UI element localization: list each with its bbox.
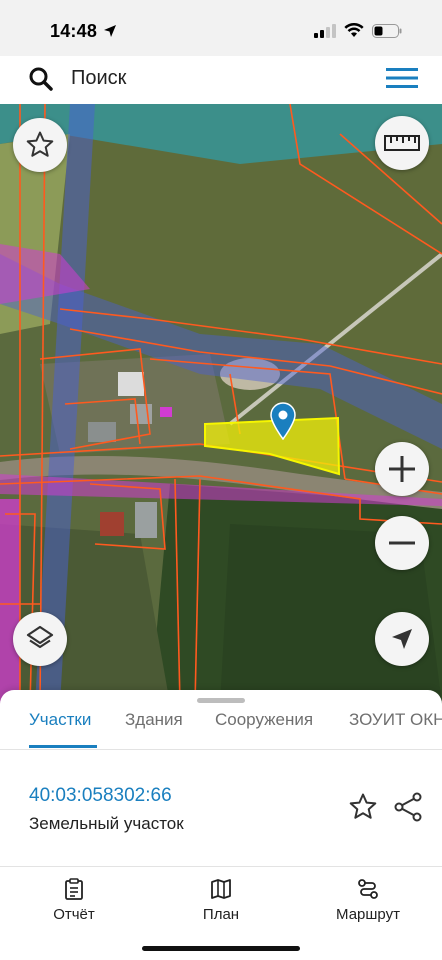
- add-favorite-star-icon[interactable]: [348, 792, 378, 822]
- battery-icon: [372, 23, 402, 38]
- parcel-cadastral-number[interactable]: 40:03:058302:66: [29, 785, 172, 807]
- parcel-type-label: Земельный участок: [29, 814, 184, 833]
- nav-report-label: Отчёт: [53, 906, 95, 923]
- nav-route[interactable]: Маршрут: [313, 878, 423, 923]
- status-indicators: [314, 23, 402, 38]
- status-bar: 14:48: [0, 0, 442, 56]
- nav-report[interactable]: Отчёт: [19, 878, 129, 923]
- locate-button[interactable]: [375, 612, 429, 666]
- satellite-map[interactable]: [0, 104, 442, 704]
- wifi-icon: [344, 23, 364, 37]
- tab-parcels[interactable]: Участки: [29, 710, 91, 750]
- tabs-divider: [0, 749, 442, 750]
- route-icon: [358, 879, 378, 899]
- zoom-out-button[interactable]: [375, 516, 429, 570]
- map-view[interactable]: [0, 104, 442, 704]
- search-bar[interactable]: Поиск: [6, 57, 436, 99]
- tab-zouit-okn[interactable]: ЗОУИТ ОКН: [349, 710, 442, 750]
- tab-buildings[interactable]: Здания: [125, 710, 183, 750]
- ruler-icon: [384, 135, 420, 151]
- location-arrow-icon: [104, 25, 116, 37]
- hamburger-menu-icon[interactable]: [386, 67, 418, 89]
- nav-route-label: Маршрут: [336, 906, 400, 923]
- active-tab-indicator: [29, 745, 97, 748]
- zoom-out-icon: [389, 541, 415, 545]
- zoom-in-button[interactable]: [375, 442, 429, 496]
- home-indicator[interactable]: [142, 946, 300, 951]
- search-icon[interactable]: [28, 66, 54, 92]
- favorite-button[interactable]: [13, 118, 67, 172]
- nav-plan-label: План: [202, 906, 240, 923]
- zoom-in-icon: [389, 456, 415, 482]
- ruler-button[interactable]: [375, 116, 429, 170]
- layers-icon: [26, 625, 54, 649]
- search-input[interactable]: Поиск: [71, 67, 126, 90]
- locate-arrow-icon: [392, 629, 412, 649]
- tab-structures[interactable]: Сооружения: [215, 710, 313, 750]
- category-tabs: Участки Здания Сооружения ЗОУИТ ОКН: [0, 710, 442, 750]
- sheet-drag-handle[interactable]: [197, 698, 245, 703]
- content-divider: [0, 866, 442, 867]
- share-icon[interactable]: [393, 792, 423, 822]
- status-time: 14:48: [50, 21, 98, 41]
- map-plan-icon: [211, 879, 231, 899]
- favorite-star-icon: [26, 131, 54, 157]
- report-icon: [65, 878, 83, 900]
- cellular-signal-icon: [314, 23, 336, 38]
- layers-button[interactable]: [13, 612, 67, 666]
- nav-plan[interactable]: План: [166, 878, 276, 923]
- location-pin-icon[interactable]: [270, 402, 296, 440]
